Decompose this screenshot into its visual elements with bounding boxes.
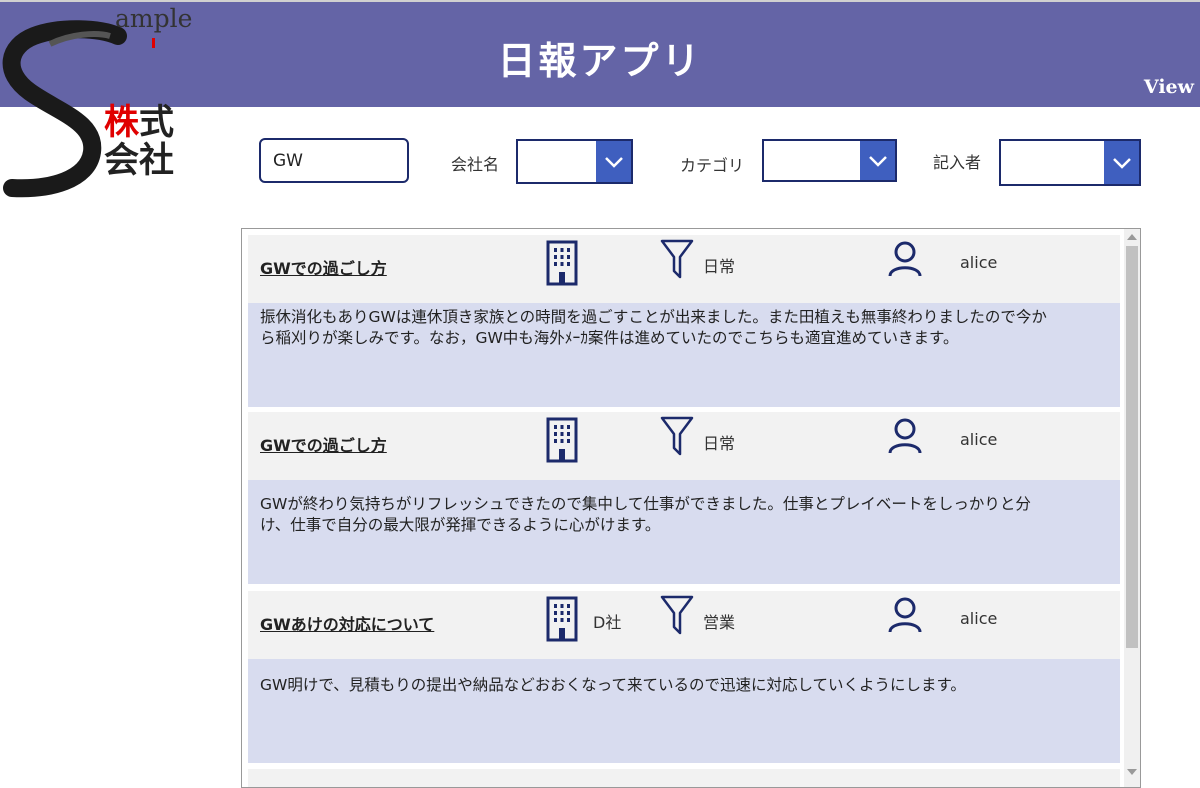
report-category: 営業 (703, 613, 736, 632)
person-icon (888, 241, 922, 277)
category-filter-label: カテゴリ (680, 156, 745, 175)
report-body: GW明けで、見積もりの提出や納品などおおくなって来ているので迅速に対応していくよ… (248, 659, 1120, 763)
chevron-down-icon[interactable] (1104, 141, 1139, 184)
building-icon (546, 596, 578, 642)
report-category: 日常 (703, 257, 736, 276)
company-dropdown[interactable] (516, 139, 633, 184)
report-card-header: GWでの過ごし方 日常 alice (248, 235, 1120, 303)
logo-company-char-red: 株 (104, 102, 140, 143)
report-list[interactable]: GWでの過ごし方 日常 alice 振休消化もありGWは連休頂き家族との時間を過… (241, 228, 1141, 788)
report-card[interactable]: GWあけの対応について D社 営業 alice GW明けで、見積もりの提出や納品… (248, 591, 1120, 763)
author-dropdown[interactable] (999, 139, 1141, 186)
report-author: alice (960, 430, 998, 449)
filter-icon (660, 416, 694, 456)
logo-sample-text: ample (115, 4, 193, 33)
company-logo: ample 株式 会社 (0, 0, 200, 200)
report-body: 振休消化もありGWは連休頂き家族との時間を過ごすことが出来ました。また田植えも無… (248, 303, 1120, 407)
report-body: GWが終わり気持ちがリフレッシュできたので集中して仕事ができました。仕事とプレイ… (248, 480, 1120, 584)
report-author: alice (960, 609, 998, 628)
category-dropdown[interactable] (762, 139, 897, 182)
scroll-down-icon[interactable] (1127, 769, 1137, 775)
list-scrollbar[interactable] (1124, 229, 1140, 787)
report-title[interactable]: GWでの過ごし方 (260, 432, 387, 456)
report-card-partial (248, 769, 1120, 787)
view-label: View (1143, 76, 1194, 98)
scroll-up-icon[interactable] (1127, 234, 1137, 240)
filter-icon (660, 595, 694, 635)
logo-company-line2: 会社 (104, 140, 175, 181)
building-icon (546, 240, 578, 286)
logo-company-char: 式 (139, 102, 175, 143)
report-author: alice (960, 253, 998, 272)
author-filter-label: 記入者 (933, 153, 982, 172)
report-title[interactable]: GWあけの対応について (260, 611, 434, 635)
report-company: D社 (593, 613, 622, 632)
report-card-header: GWでの過ごし方 日常 alice (248, 412, 1120, 480)
company-filter-label: 会社名 (451, 155, 500, 174)
scrollbar-thumb[interactable] (1126, 246, 1138, 648)
search-input[interactable] (259, 138, 409, 183)
report-category: 日常 (703, 434, 736, 453)
report-title[interactable]: GWでの過ごし方 (260, 255, 387, 279)
person-icon (888, 597, 922, 633)
report-card-header: GWあけの対応について D社 営業 alice (248, 591, 1120, 659)
chevron-down-icon[interactable] (860, 141, 895, 180)
chevron-down-icon[interactable] (596, 141, 631, 182)
logo-company-text: 株式 会社 (104, 104, 194, 180)
report-card[interactable]: GWでの過ごし方 日常 alice 振休消化もありGWは連休頂き家族との時間を過… (248, 235, 1120, 407)
filter-icon (660, 239, 694, 279)
building-icon (546, 417, 578, 463)
report-card[interactable]: GWでの過ごし方 日常 alice GWが終わり気持ちがリフレッシュできたので集… (248, 412, 1120, 584)
person-icon (888, 418, 922, 454)
